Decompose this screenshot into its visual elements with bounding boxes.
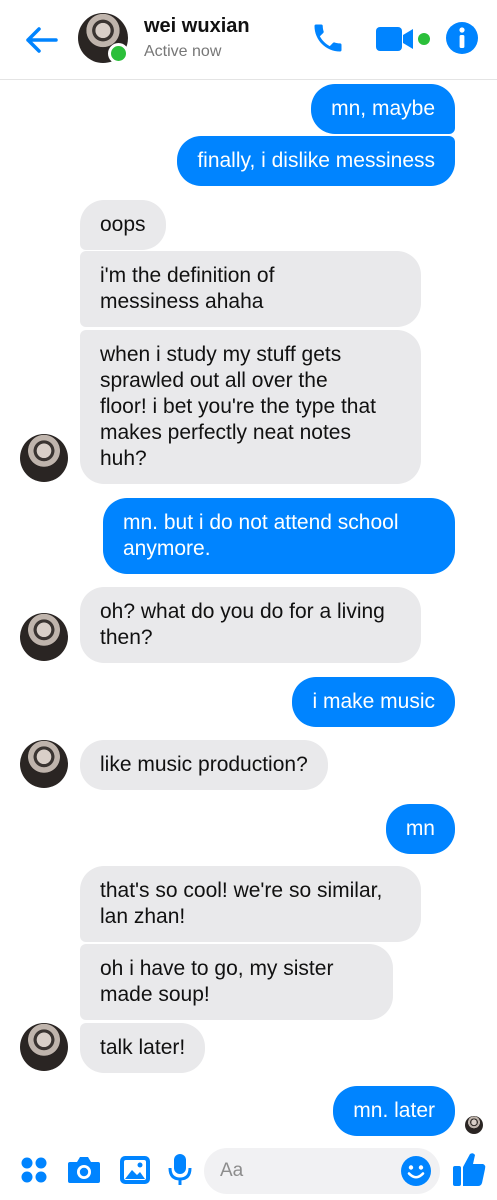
image-icon bbox=[120, 1156, 150, 1184]
seen-indicator-avatar bbox=[465, 1116, 483, 1134]
sender-avatar[interactable] bbox=[20, 434, 68, 482]
message-bubble-incoming[interactable]: like music production? bbox=[80, 740, 328, 790]
message-bubble-incoming[interactable]: when i study my stuff gets sprawled out … bbox=[80, 330, 421, 484]
chat-header: wei wuxian Active now bbox=[0, 0, 497, 80]
sender-avatar[interactable] bbox=[20, 740, 68, 788]
message-bubble-incoming[interactable]: oh i have to go, my sister made soup! bbox=[80, 944, 393, 1020]
like-button[interactable] bbox=[451, 1150, 487, 1188]
arrow-left-icon bbox=[26, 27, 58, 53]
active-status: Active now bbox=[144, 43, 222, 60]
emoji-icon bbox=[401, 1156, 431, 1186]
online-indicator bbox=[108, 43, 129, 64]
back-button[interactable] bbox=[22, 22, 62, 58]
four-dots-icon bbox=[21, 1157, 47, 1183]
video-call-button[interactable] bbox=[374, 24, 432, 54]
message-bubble-incoming[interactable]: talk later! bbox=[80, 1023, 206, 1073]
call-button[interactable] bbox=[310, 20, 346, 56]
message-bubble-incoming[interactable]: oops bbox=[80, 200, 166, 250]
message-bubble-outgoing[interactable]: i make music bbox=[292, 677, 455, 727]
video-camera-icon bbox=[376, 27, 430, 51]
sender-avatar[interactable] bbox=[20, 613, 68, 661]
more-actions-button[interactable] bbox=[18, 1154, 50, 1186]
contact-name[interactable]: wei wuxian bbox=[144, 15, 250, 38]
voice-button[interactable] bbox=[166, 1152, 194, 1188]
message-composer: Aa bbox=[0, 1140, 497, 1200]
message-bubble-outgoing[interactable]: mn. later bbox=[333, 1086, 455, 1136]
message-bubble-outgoing[interactable]: mn bbox=[385, 804, 455, 854]
camera-icon bbox=[68, 1157, 100, 1183]
message-bubble-incoming[interactable]: i'm the definition of messiness ahaha bbox=[80, 251, 421, 327]
message-bubble-outgoing[interactable]: finally, i dislike messiness bbox=[177, 136, 455, 186]
info-button[interactable] bbox=[444, 20, 480, 56]
microphone-icon bbox=[168, 1154, 192, 1185]
contact-avatar[interactable] bbox=[78, 13, 129, 64]
message-bubble-incoming[interactable]: that's so cool! we're so similar, lan zh… bbox=[80, 866, 421, 942]
thumbs-up-icon bbox=[453, 1153, 486, 1186]
message-input[interactable]: Aa bbox=[204, 1148, 440, 1194]
message-bubble-outgoing[interactable]: mn, maybe bbox=[311, 84, 455, 134]
phone-icon bbox=[314, 24, 342, 52]
gallery-button[interactable] bbox=[118, 1153, 152, 1187]
message-bubble-incoming[interactable]: oh? what do you do for a living then? bbox=[80, 587, 421, 663]
info-icon bbox=[446, 22, 478, 54]
sender-avatar[interactable] bbox=[20, 1023, 68, 1071]
camera-button[interactable] bbox=[66, 1153, 102, 1187]
message-bubble-outgoing[interactable]: mn. but i do not attend school anymore. bbox=[103, 498, 455, 574]
emoji-button[interactable] bbox=[400, 1155, 432, 1187]
message-input-placeholder: Aa bbox=[220, 1160, 244, 1181]
